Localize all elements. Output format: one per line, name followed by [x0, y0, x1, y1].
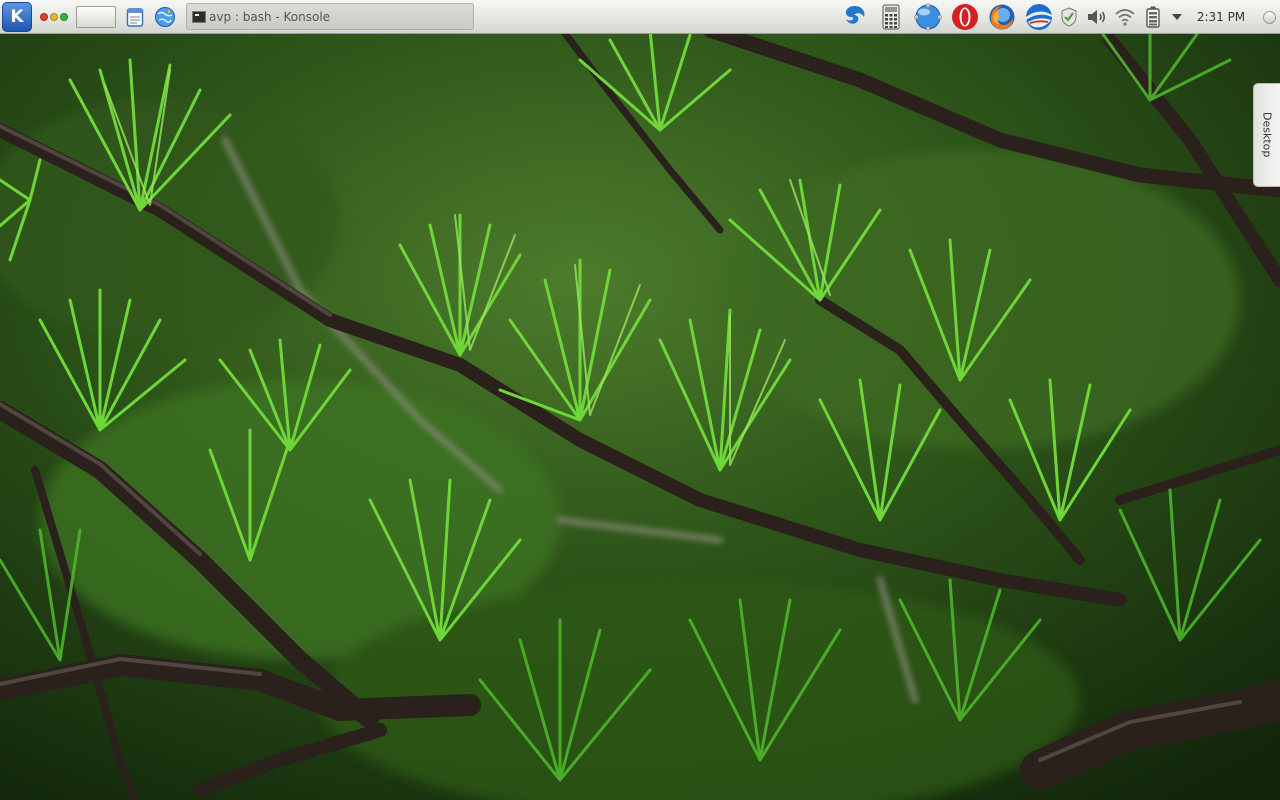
toolbox-icon — [1262, 10, 1276, 24]
desktop-toolbox-tab[interactable]: Desktop — [1253, 83, 1280, 187]
window-dots-icon — [60, 13, 68, 21]
pager-icon — [76, 6, 116, 28]
window-list-button[interactable] — [38, 0, 70, 34]
digital-clock[interactable]: 2:31 PM — [1188, 0, 1254, 34]
calculator-icon — [882, 4, 900, 30]
browser-launcher[interactable] — [154, 0, 176, 34]
weather-icon — [1026, 4, 1052, 30]
battery-icon — [1146, 6, 1160, 28]
weather-button[interactable] — [1024, 0, 1054, 34]
battery-status[interactable] — [1139, 0, 1167, 34]
opera-icon — [952, 4, 978, 30]
security-button[interactable] — [1055, 0, 1083, 34]
kde-menu-icon: K — [2, 2, 32, 32]
notes-icon — [126, 8, 144, 27]
network-globe-icon — [914, 3, 942, 31]
volume-icon — [1088, 10, 1106, 24]
tray-expand-button[interactable] — [1167, 0, 1187, 34]
taskbar-entry-title: avp : bash - Konsole — [209, 9, 331, 24]
wifi-status[interactable] — [1111, 0, 1139, 34]
swirl-app-button[interactable] — [840, 0, 870, 34]
desktop-tab-label: Desktop — [1260, 112, 1274, 158]
desktop-pager[interactable] — [76, 0, 116, 34]
volume-control[interactable] — [1083, 0, 1111, 34]
desktop-wallpaper — [0, 0, 1280, 800]
application-launcher-button[interactable]: K — [2, 0, 32, 34]
calculator-button[interactable] — [876, 0, 906, 34]
window-dots-icon — [50, 13, 58, 21]
notes-launcher[interactable] — [124, 0, 146, 34]
shield-icon — [1061, 7, 1077, 27]
top-panel: K avp : bash - Konsole 2:31 PM — [0, 0, 1280, 34]
terminal-icon — [192, 10, 206, 23]
window-dots-icon — [40, 13, 48, 21]
taskbar-entry-konsole[interactable]: avp : bash - Konsole — [186, 3, 474, 30]
tray-expand-arrow-icon — [1172, 14, 1182, 20]
clock-time: 2:31 PM — [1196, 10, 1246, 24]
network-globe-button[interactable] — [913, 0, 943, 34]
wifi-icon — [1115, 9, 1135, 26]
panel-toolbox-button[interactable] — [1260, 0, 1278, 34]
firefox-icon — [989, 4, 1015, 30]
firefox-launcher[interactable] — [987, 0, 1017, 34]
swirl-app-icon — [845, 6, 865, 24]
browser-globe-icon — [155, 7, 175, 27]
opera-launcher[interactable] — [950, 0, 980, 34]
